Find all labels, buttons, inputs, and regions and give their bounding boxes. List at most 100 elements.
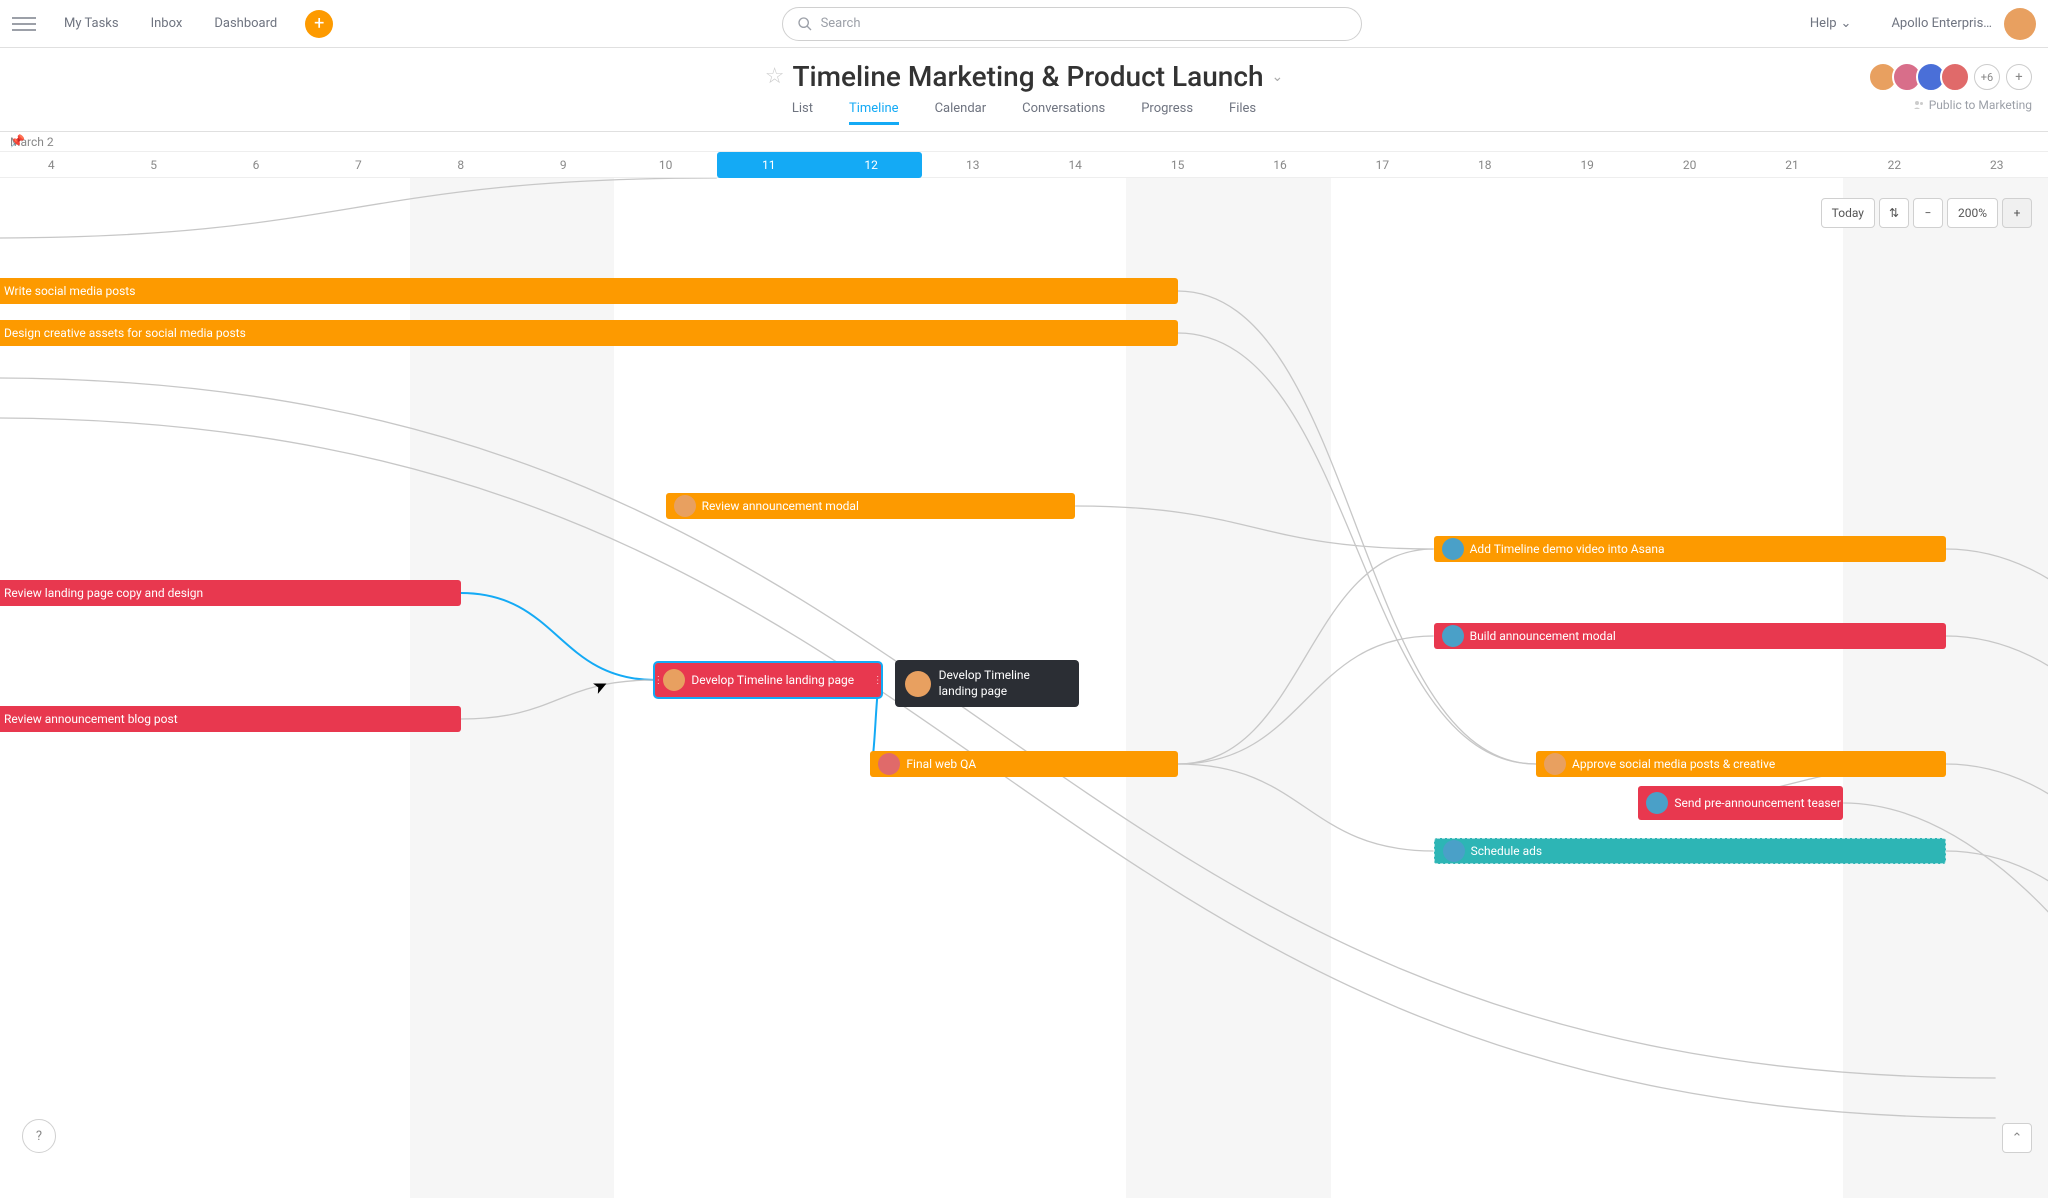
scroll-top-button[interactable]: ⌃ [2002,1123,2032,1153]
star-icon[interactable]: ☆ [765,64,785,89]
day-label: 9 [512,152,614,178]
day-label: 22 [1843,152,1945,178]
chevron-down-icon[interactable]: ⌄ [1272,69,1284,85]
tab-conversations[interactable]: Conversations [1022,101,1105,125]
task-bar[interactable]: Schedule ads [1434,838,1946,864]
day-label: 7 [307,152,409,178]
help-fab[interactable]: ? [22,1119,56,1153]
resize-handle[interactable]: ⋮ [655,663,661,697]
view-tabs: List Timeline Calendar Conversations Pro… [0,101,2048,131]
task-bar[interactable]: Send pre-announcement teaser email [1638,786,1843,820]
tooltip-text: Develop Timeline landing page [939,668,1069,699]
project-privacy[interactable]: Public to Marketing [1913,98,2032,112]
day-label: 16 [1229,152,1331,178]
help-menu[interactable]: Help⌄ [1810,16,1852,31]
zoom-out-button[interactable]: − [1913,198,1943,228]
assignee-avatar [878,753,900,775]
tab-list[interactable]: List [792,101,813,125]
task-bar[interactable]: Approve social media posts & creative [1536,751,1946,777]
task-title: Write social media posts [4,284,135,298]
day-label: 21 [1741,152,1843,178]
search-input[interactable]: Search [782,7,1362,41]
task-title: Review landing page copy and design [4,586,203,600]
pin-icon[interactable]: 📌 [10,134,25,148]
day-label: 6 [205,152,307,178]
zoom-level[interactable]: 200% [1947,198,1998,228]
task-title: Final web QA [906,757,976,771]
task-title: Review announcement modal [702,499,859,513]
day-label: 17 [1331,152,1433,178]
day-label: 10 [614,152,716,178]
nav-inbox[interactable]: Inbox [151,16,183,31]
menu-icon[interactable] [12,12,36,36]
assignee-avatar [1646,792,1668,814]
day-label: 14 [1024,152,1126,178]
day-label: 19 [1536,152,1638,178]
today-button[interactable]: Today [1821,198,1875,228]
people-icon [1913,99,1925,111]
assignee-avatar [663,669,685,691]
task-title: Add Timeline demo video into Asana [1470,542,1665,556]
day-header: 1112456789101314151617181920212223 [0,152,2048,178]
workspace-name[interactable]: Apollo Enterpris… [1891,16,1992,31]
tab-timeline[interactable]: Timeline [849,101,899,125]
assignee-avatar [905,671,931,697]
assignee-avatar [1442,538,1464,560]
tab-progress[interactable]: Progress [1141,101,1193,125]
nav-my-tasks[interactable]: My Tasks [64,16,119,31]
project-title: Timeline Marketing & Product Launch [792,60,1263,93]
task-bar[interactable]: Review announcement modal [666,493,1076,519]
resize-handle[interactable]: ⋮ [875,663,881,697]
member-avatar[interactable] [1940,62,1970,92]
task-title: Design creative assets for social media … [4,326,246,340]
nav-dashboard[interactable]: Dashboard [214,16,277,31]
user-avatar[interactable] [2004,8,2036,40]
task-title: Build announcement modal [1470,629,1616,643]
task-tooltip: Develop Timeline landing page [895,660,1079,707]
assignee-avatar [1544,753,1566,775]
day-label: 20 [1638,152,1740,178]
assignee-avatar [674,495,696,517]
search-placeholder: Search [821,16,861,31]
task-bar[interactable]: Write social media posts [0,278,1178,304]
timeline-area: 📌 March 2 111245678910131415161718192021… [0,131,2048,1198]
task-title: Schedule ads [1471,844,1543,858]
search-icon [797,16,813,32]
task-bar[interactable]: Review landing page copy and design [0,580,461,606]
task-bar[interactable]: Build announcement modal [1434,623,1946,649]
add-button[interactable]: + [305,10,333,38]
timeline-canvas[interactable]: Today ⇅ − 200% + Write social media post… [0,178,2048,1198]
day-label: 8 [410,152,512,178]
assignee-avatar [1443,840,1465,862]
nav-links: My Tasks Inbox Dashboard [64,16,277,31]
tab-calendar[interactable]: Calendar [935,101,987,125]
day-label: 15 [1126,152,1228,178]
member-overflow[interactable]: +6 [1974,64,2000,90]
day-label: 5 [102,152,204,178]
tab-files[interactable]: Files [1229,101,1256,125]
timeline-toolbar: Today ⇅ − 200% + [1821,198,2032,228]
weekend-shade [1843,178,2048,1198]
task-title: Approve social media posts & creative [1572,757,1775,771]
expand-button[interactable]: ⇅ [1879,198,1909,228]
add-member-button[interactable]: + [2006,64,2032,90]
chevron-down-icon: ⌄ [1841,16,1852,31]
day-label: 13 [922,152,1024,178]
day-label: 18 [1434,152,1536,178]
day-label: 23 [1946,152,2048,178]
month-label: March 2 [0,132,2048,152]
project-header: ☆ Timeline Marketing & Product Launch ⌄ … [0,48,2048,131]
zoom-in-button[interactable]: + [2002,198,2032,228]
task-bar[interactable]: Review announcement blog post [0,706,461,732]
task-bar[interactable]: Design creative assets for social media … [0,320,1178,346]
task-bar[interactable]: Final web QA [870,751,1177,777]
task-bar[interactable]: Add Timeline demo video into Asana [1434,536,1946,562]
task-bar[interactable]: ⋮ Develop Timeline landing page ⋮ [655,663,880,697]
day-label: 4 [0,152,102,178]
assignee-avatar [1442,625,1464,647]
task-title: Send pre-announcement teaser email [1674,796,1843,810]
top-bar: My Tasks Inbox Dashboard + Search Help⌄ … [0,0,2048,48]
project-members: +6 + [1874,62,2032,92]
task-title: Review announcement blog post [4,712,178,726]
task-title: Develop Timeline landing page [691,673,854,687]
